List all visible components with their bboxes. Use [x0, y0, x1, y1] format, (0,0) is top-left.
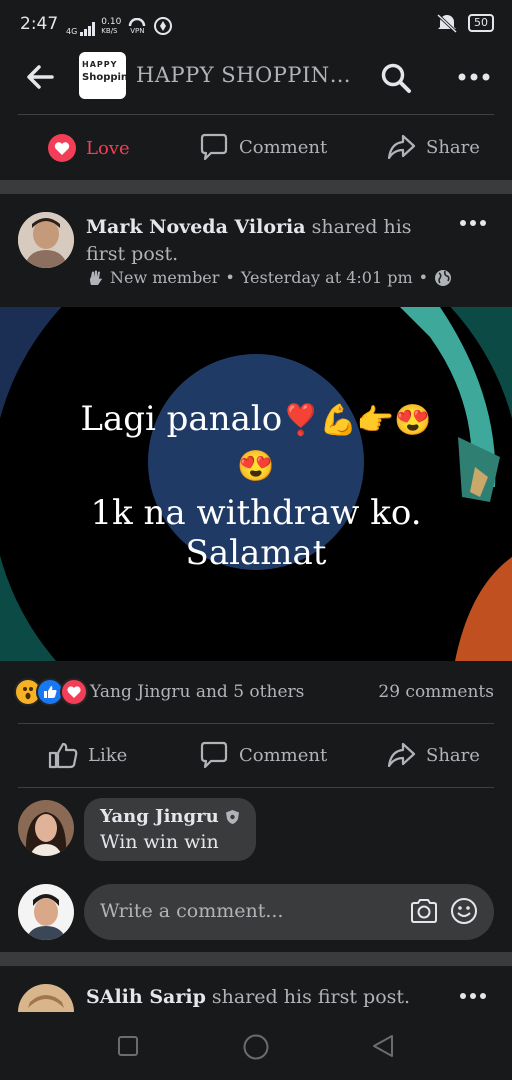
emoji-icon[interactable]	[450, 897, 478, 925]
system-nav-bar	[0, 1012, 512, 1080]
post-timestamp[interactable]: Yesterday at 4:01 pm	[241, 268, 413, 287]
comment-button[interactable]: Comment	[199, 741, 327, 769]
my-avatar[interactable]	[18, 884, 74, 940]
post-meta: New member • Yesterday at 4:01 pm •	[86, 268, 452, 287]
globe-icon	[435, 269, 452, 286]
post-image[interactable]: Lagi panalo❣️💪👉😍 😍 1k na withdraw ko. Sa…	[0, 307, 512, 661]
signal-icon	[80, 22, 96, 36]
back-arrow-icon[interactable]	[26, 64, 54, 90]
reaction-icons[interactable]	[14, 678, 94, 708]
share-icon	[387, 742, 416, 768]
silent-mode-icon	[436, 13, 458, 33]
search-icon[interactable]	[380, 62, 412, 94]
comment-label: Comment	[239, 136, 328, 158]
actions-divider	[18, 787, 494, 788]
status-right: 50	[436, 13, 494, 33]
author-avatar[interactable]	[18, 212, 74, 268]
verified-shield-icon	[225, 809, 239, 824]
group-title[interactable]: HAPPY SHOPPIN…	[136, 63, 351, 87]
status-bar: 2:47 4G 0.10 KB/S VPN 50	[0, 0, 512, 50]
prev-comment-button[interactable]: Comment	[199, 133, 327, 161]
network-label: 4G	[66, 27, 78, 36]
comments-count[interactable]: 29 comments	[378, 682, 494, 702]
flexed-biceps-icon: 💪	[319, 403, 357, 438]
camera-icon[interactable]	[410, 898, 438, 924]
group-logo-text-bottom: Shopping	[82, 72, 126, 83]
next-post-more-icon[interactable]	[460, 992, 486, 1000]
next-post-header: SAlih Sarip shared his first post.	[86, 986, 410, 1008]
post-image-emoji-row: 😍	[0, 445, 512, 487]
group-logo[interactable]: HAPPY Shopping	[79, 52, 126, 99]
share-button[interactable]: Share	[386, 741, 480, 769]
next-post-author-name[interactable]: SAlih Sarip	[86, 986, 206, 1008]
love-reaction-icon	[48, 134, 76, 162]
love-label: Love	[86, 137, 130, 159]
recent-apps-icon[interactable]	[118, 1036, 138, 1056]
back-nav-icon[interactable]	[372, 1034, 394, 1058]
feed-separator	[0, 180, 512, 194]
pointing-right-icon: 👉	[356, 403, 395, 438]
my-avatar-image	[18, 884, 74, 940]
comment-label: Comment	[239, 744, 328, 766]
commenter-avatar[interactable]	[18, 800, 74, 856]
heart-eyes-icon: 😍	[394, 403, 432, 438]
signal-group: 4G 0.10 KB/S VPN	[66, 16, 173, 36]
comment-icon	[200, 741, 228, 769]
author-avatar-image	[18, 212, 74, 268]
love-button[interactable]: Love	[48, 134, 130, 162]
new-member-icon	[90, 270, 102, 285]
comment-icon	[200, 133, 228, 161]
comment-text: Win win win	[100, 831, 219, 853]
speed-value: 0.10	[101, 17, 122, 27]
image-text-lagi-panalo: Lagi panalo	[80, 399, 283, 439]
next-post-action-text: shared his first post.	[205, 986, 411, 1008]
post-header-text: Mark Noveda Viloria shared his first pos…	[86, 214, 426, 268]
meta-separator: •	[225, 268, 235, 287]
app-notification-icon	[154, 17, 173, 35]
comment-author-name[interactable]: Yang Jingru	[100, 806, 219, 827]
feed-separator	[0, 952, 512, 966]
share-icon	[387, 134, 416, 160]
header-divider	[18, 114, 494, 115]
vpn-label: VPN	[130, 27, 145, 35]
thumbs-up-icon	[48, 742, 78, 769]
group-logo-text-top: HAPPY	[82, 60, 118, 69]
reactions-divider	[18, 723, 494, 724]
like-label: Like	[88, 744, 128, 766]
heart-eyes-icon: 😍	[237, 449, 275, 484]
home-icon[interactable]	[243, 1034, 269, 1060]
comment-bubble[interactable]: Yang Jingru Win win win	[84, 798, 256, 861]
battery-indicator: 50	[468, 14, 494, 32]
share-label: Share	[426, 744, 480, 766]
love-reaction-small-icon	[60, 678, 88, 706]
more-options-icon[interactable]	[458, 72, 490, 82]
comment-input-placeholder: Write a comment...	[100, 900, 284, 922]
prev-share-button[interactable]: Share	[386, 133, 480, 161]
meta-separator: •	[418, 268, 429, 287]
reactions-summary[interactable]: Yang Jingru and 5 others	[90, 682, 304, 702]
new-member-badge: New member	[110, 268, 220, 287]
post-image-text-line2: 1k na withdraw ko.	[90, 493, 422, 533]
post-more-icon[interactable]	[460, 219, 486, 227]
status-time: 2:47	[20, 14, 59, 34]
comment-author-row: Yang Jingru	[100, 806, 240, 827]
speed-indicator: 0.10 KB/S	[101, 18, 121, 36]
vpn-key-icon	[129, 18, 146, 27]
post-image-text-line1: Lagi panalo❣️💪👉😍	[0, 399, 512, 441]
heart-exclamation-icon: ❣️	[282, 403, 320, 438]
post-image-text-line3: Salamat	[185, 533, 327, 573]
comment-input[interactable]: Write a comment...	[84, 884, 494, 940]
like-button[interactable]: Like	[48, 741, 127, 769]
share-label: Share	[426, 136, 480, 158]
speed-unit: KB/S	[101, 27, 118, 35]
post-author-name[interactable]: Mark Noveda Viloria	[86, 216, 306, 238]
vpn-indicator: VPN	[128, 18, 146, 36]
commenter-avatar-image	[18, 800, 74, 856]
